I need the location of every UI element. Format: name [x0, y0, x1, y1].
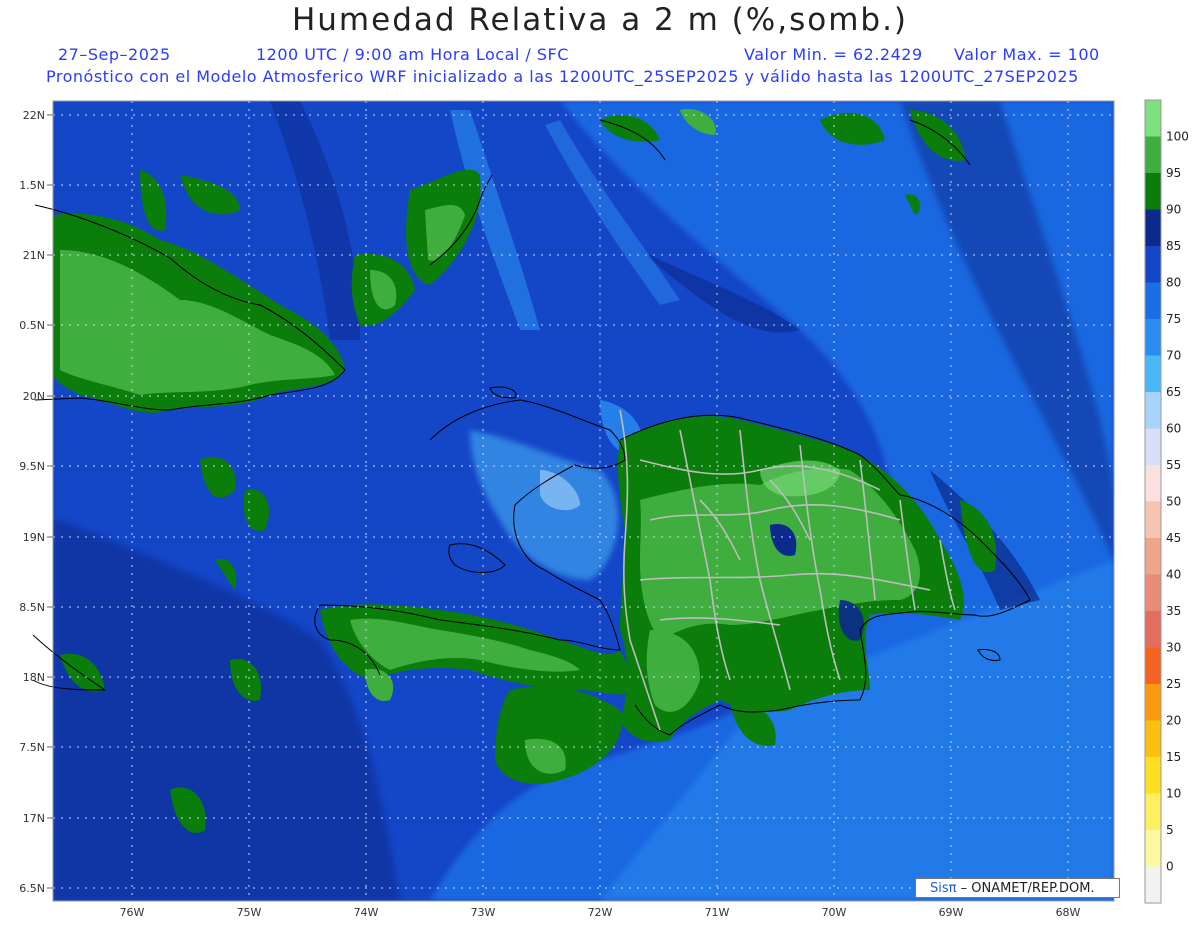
colorbar-segment: [1145, 574, 1161, 611]
humidity-map-figure: 22N 1.5N 21N 0.5N 20N 9.5N 19N 8.5N 18N …: [19, 99, 1189, 919]
credit-text: – ONAMET/REP.DOM.: [960, 881, 1095, 896]
colorbar-segment: [1145, 392, 1161, 429]
max-value-label: Valor Max. = 100: [954, 45, 1100, 64]
colorbar-segment: [1145, 209, 1161, 246]
lon-label: 72W: [588, 906, 613, 919]
colorbar-label: 55: [1166, 458, 1181, 472]
lat-label: 18N: [23, 671, 45, 684]
colorbar-label: 45: [1166, 531, 1181, 545]
colorbar-label: 15: [1166, 750, 1181, 764]
colorbar-segment: [1145, 428, 1161, 465]
colorbar-segment: [1145, 355, 1161, 392]
colorbar-label: 90: [1166, 203, 1181, 217]
colorbar-segment: [1145, 319, 1161, 356]
lon-label: 70W: [822, 906, 847, 919]
colorbar-segment: [1145, 866, 1161, 903]
lat-label: 6.5N: [19, 882, 45, 895]
colorbar-segment: [1145, 830, 1161, 867]
colorbar-label: 95: [1166, 166, 1181, 180]
colorbar-label: 100: [1166, 130, 1189, 144]
colorbar-label: 60: [1166, 422, 1181, 436]
colorbar-label: 40: [1166, 568, 1181, 582]
colorbar-label: 35: [1166, 604, 1181, 618]
colorbar-segment: [1145, 720, 1161, 757]
colorbar-segment: [1145, 684, 1161, 721]
lat-label: 0.5N: [19, 319, 45, 332]
colorbar-label: 85: [1166, 239, 1181, 253]
colorbar-label: 30: [1166, 641, 1181, 655]
longitude-axis: 76W 75W 74W 73W 72W 71W 70W 69W 68W: [120, 906, 1081, 919]
humidity-field: [53, 101, 1114, 901]
colorbar-segment: [1145, 173, 1161, 210]
forecast-description: Pronóstico con el Modelo Atmosferico WRF…: [46, 67, 1079, 86]
lat-label: 7.5N: [19, 741, 45, 754]
lon-label: 73W: [471, 906, 496, 919]
sispi-logo-text: Sisπ: [930, 881, 957, 896]
colorbar-segment: [1145, 100, 1161, 137]
min-value-label: Valor Min. = 62.2429: [744, 45, 923, 64]
colorbar-label: 25: [1166, 677, 1181, 691]
colorbar-segment: [1145, 501, 1161, 538]
latitude-axis: 22N 1.5N 21N 0.5N 20N 9.5N 19N 8.5N 18N …: [19, 109, 53, 895]
colorbar-segment: [1145, 538, 1161, 575]
lat-label: 22N: [23, 109, 45, 122]
colorbar-segment: [1145, 282, 1161, 319]
lat-label: 17N: [23, 812, 45, 825]
colorbar-label: 10: [1166, 787, 1181, 801]
colorbar-label: 75: [1166, 312, 1181, 326]
colorbar-segment: [1145, 793, 1161, 830]
colorbar-label: 20: [1166, 714, 1181, 728]
valid-time-line: 1200 UTC / 9:00 am Hora Local / SFC: [256, 45, 569, 64]
lat-label: 21N: [23, 249, 45, 262]
lon-label: 75W: [237, 906, 262, 919]
valid-date: 27–Sep–2025: [58, 45, 171, 64]
colorbar-label: 65: [1166, 385, 1181, 399]
map-title: Humedad Relativa a 2 m (%,somb.): [291, 2, 909, 38]
colorbar-segment: [1145, 757, 1161, 794]
colorbar-segment: [1145, 647, 1161, 684]
lat-label: 9.5N: [19, 460, 45, 473]
credit-box: Sisπ – ONAMET/REP.DOM.: [915, 878, 1120, 898]
colorbar-label: 70: [1166, 349, 1181, 363]
lon-label: 74W: [354, 906, 379, 919]
colorbar-segment: [1145, 136, 1161, 173]
lon-label: 68W: [1056, 906, 1081, 919]
colorbar-segment: [1145, 246, 1161, 283]
colorbar-label: 80: [1166, 276, 1181, 290]
colorbar-label: 0: [1166, 860, 1174, 874]
lon-label: 69W: [939, 906, 964, 919]
colorbar-label: 50: [1166, 495, 1181, 509]
lat-label: 19N: [23, 531, 45, 544]
lat-label: 20N: [23, 390, 45, 403]
colorbar: 1009590858075706560555045403530252015105…: [1144, 99, 1189, 904]
colorbar-segment: [1145, 465, 1161, 502]
lon-label: 71W: [705, 906, 730, 919]
lat-label: 1.5N: [19, 179, 45, 192]
colorbar-segment: [1145, 611, 1161, 648]
lon-label: 76W: [120, 906, 145, 919]
lat-label: 8.5N: [19, 601, 45, 614]
colorbar-label: 5: [1166, 823, 1174, 837]
